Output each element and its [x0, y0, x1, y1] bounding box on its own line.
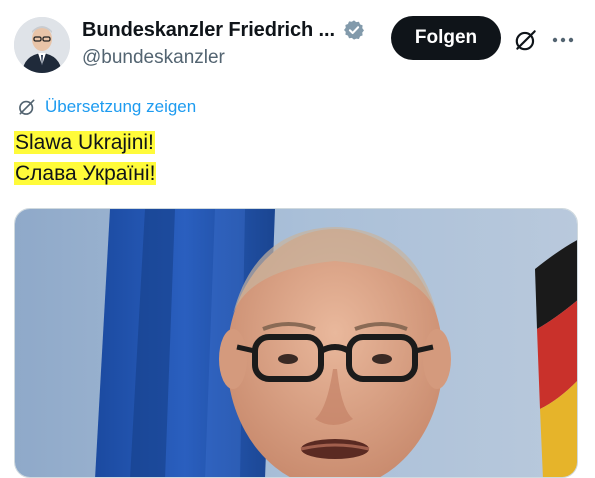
author-avatar[interactable]: [14, 17, 70, 73]
author-display-name[interactable]: Bundeskanzler Friedrich ...: [82, 19, 335, 42]
avatar-image: [14, 17, 70, 73]
follow-button[interactable]: Folgen: [391, 16, 501, 60]
grok-icon[interactable]: [512, 26, 540, 54]
author-name-row: Bundeskanzler Friedrich ...: [82, 15, 365, 45]
verified-badge-icon[interactable]: [343, 19, 365, 41]
grok-translate-icon: [17, 97, 37, 117]
tweet-text: Slawa Ukrajini! Слава Україні!: [14, 127, 157, 189]
more-options-icon[interactable]: [548, 26, 578, 54]
show-translation-link[interactable]: Übersetzung zeigen: [17, 97, 196, 117]
photo-image: [15, 209, 577, 477]
author-handle[interactable]: @bundeskanzler: [82, 47, 225, 69]
tweet-text-line-2: Слава Україні!: [14, 162, 157, 185]
tweet-media-photo[interactable]: [14, 208, 578, 478]
tweet-text-line-1: Slawa Ukrajini!: [14, 131, 155, 154]
show-translation-label: Übersetzung zeigen: [45, 97, 197, 116]
